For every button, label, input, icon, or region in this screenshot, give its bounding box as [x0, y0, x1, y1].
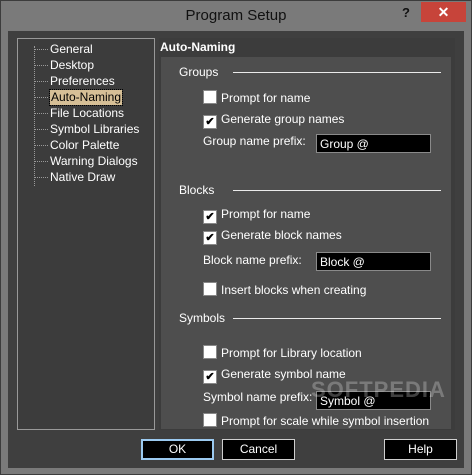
generate-group-names-checkbox[interactable]: ✔ Generate group names: [203, 112, 345, 129]
tree-item-general[interactable]: General: [50, 42, 93, 57]
ok-button[interactable]: OK: [141, 439, 214, 460]
tree-dash: [35, 177, 48, 178]
checkmark-icon[interactable]: ✔: [203, 231, 217, 245]
prompt-scale-checkbox[interactable]: Prompt for scale while symbol insertion: [203, 413, 429, 429]
checkbox-label: Insert blocks when creating: [221, 283, 367, 297]
symbols-heading: Symbols: [179, 311, 226, 325]
help-icon[interactable]: ?: [399, 5, 413, 21]
blocks-heading: Blocks: [179, 183, 215, 197]
tree-item-preferences[interactable]: Preferences: [50, 74, 115, 89]
panel-content: Groups Prompt for name ✔ Generate group n…: [161, 57, 451, 429]
checkbox-box[interactable]: [203, 345, 217, 359]
blocks-divider: [233, 190, 441, 192]
generate-block-names-checkbox[interactable]: ✔ Generate block names: [203, 228, 342, 245]
softpedia-watermark: SOFTPEDIA: [311, 377, 446, 402]
tree-dash: [35, 65, 48, 66]
insert-blocks-when-creating-checkbox[interactable]: Insert blocks when creating: [203, 282, 366, 298]
groups-divider: [233, 72, 441, 74]
tree-item-auto-naming[interactable]: Auto-Naming: [48, 89, 124, 106]
title-bar[interactable]: Program Setup ? ✕: [1, 1, 471, 31]
checkbox-label: Prompt for Library location: [221, 346, 362, 360]
tree-item-warning-dialogs[interactable]: Warning Dialogs: [50, 154, 138, 169]
tree-dash: [35, 129, 48, 130]
tree-dash: [35, 161, 48, 162]
dialog-client-area: General Desktop Preferences Auto-Naming …: [8, 31, 464, 468]
checkbox-box[interactable]: [203, 282, 217, 296]
group-name-prefix-label: Group name prefix:: [203, 134, 306, 148]
auto-naming-panel: Auto-Naming Groups Prompt for name ✔ Gene…: [159, 38, 455, 430]
checkbox-box[interactable]: [203, 90, 217, 104]
panel-title: Auto-Naming: [160, 40, 236, 54]
tree-connector-line: [34, 46, 35, 186]
checkbox-box[interactable]: [203, 413, 217, 427]
tree-dash: [35, 49, 48, 50]
blocks-prompt-for-name-checkbox[interactable]: ✔ Prompt for name: [203, 207, 311, 224]
tree-item-native-draw[interactable]: Native Draw: [50, 170, 115, 185]
tree-item-desktop[interactable]: Desktop: [50, 58, 94, 73]
prompt-library-location-checkbox[interactable]: Prompt for Library location: [203, 345, 362, 361]
tree-dash: [35, 145, 48, 146]
symbols-divider: [233, 318, 441, 320]
checkmark-icon[interactable]: ✔: [203, 210, 217, 224]
tree-dash: [35, 81, 48, 82]
groups-heading: Groups: [179, 65, 219, 79]
checkbox-label: Prompt for name: [221, 91, 311, 105]
tree-item-symbol-libraries[interactable]: Symbol Libraries: [50, 122, 139, 137]
checkbox-label: Prompt for name: [221, 207, 311, 221]
symbol-name-prefix-label: Symbol name prefix:: [203, 390, 313, 404]
group-name-prefix-input[interactable]: [316, 134, 431, 153]
cancel-button[interactable]: Cancel: [222, 439, 295, 460]
tree-dash: [35, 97, 48, 98]
tree-dash: [35, 113, 48, 114]
groups-prompt-for-name-checkbox[interactable]: Prompt for name: [203, 90, 310, 106]
checkbox-label: Generate group names: [221, 112, 345, 126]
checkbox-label: Prompt for scale while symbol insertion: [221, 414, 430, 428]
block-name-prefix-label: Block name prefix:: [203, 253, 302, 267]
program-setup-dialog: Program Setup ? ✕ General Desktop Prefer…: [0, 0, 472, 475]
close-button[interactable]: ✕: [421, 2, 466, 22]
settings-tree: General Desktop Preferences Auto-Naming …: [17, 38, 155, 430]
block-name-prefix-input[interactable]: [316, 252, 431, 271]
tree-item-color-palette[interactable]: Color Palette: [50, 138, 119, 153]
checkbox-label: Generate block names: [221, 228, 342, 242]
checkmark-icon[interactable]: ✔: [203, 370, 217, 384]
help-button[interactable]: Help: [384, 439, 457, 460]
checkmark-icon[interactable]: ✔: [203, 115, 217, 129]
tree-item-file-locations[interactable]: File Locations: [50, 106, 124, 121]
